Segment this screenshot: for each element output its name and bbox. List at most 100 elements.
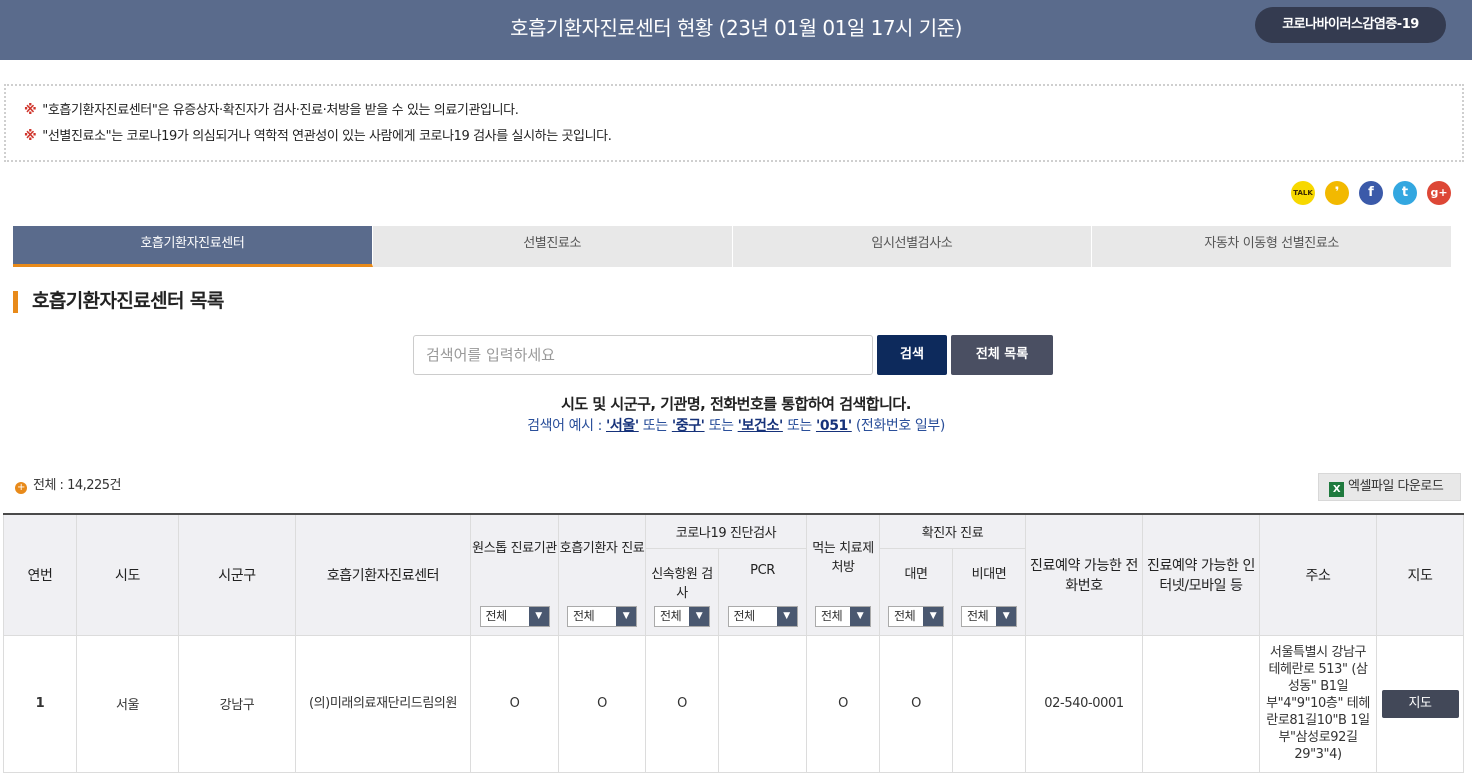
filter-value: 전체 (967, 608, 989, 623)
twitter-share-icon[interactable]: t (1393, 181, 1417, 205)
resp-header-label: 호흡기환자 진료 (559, 541, 645, 556)
total-count-text: 전체 : 14,225건 (33, 478, 122, 493)
corona19-button[interactable]: 코로나바이러스감염증-19 (1255, 7, 1446, 43)
filter-value: 전체 (573, 608, 595, 623)
kakaotalk-share-icon[interactable]: TALK (1291, 181, 1315, 205)
nonface-filter-select[interactable]: 전체 ▼ (961, 605, 1017, 627)
col-header-internet: 진료예약 가능한 인터넷/모바일 등 (1142, 513, 1261, 636)
cell-phone: 02-540-0001 (1025, 634, 1144, 773)
or-text: 또는 (642, 418, 668, 434)
pcr-header-label: PCR (750, 562, 775, 578)
cell-map: 지도 (1376, 634, 1465, 773)
col-header-map: 지도 (1376, 513, 1465, 636)
col-header-address: 주소 (1259, 513, 1378, 636)
table-row: 1 서울 강남구 (의)미래의료재단리드림의원 O O O O O 02-540… (3, 634, 1465, 773)
kakaostory-share-icon[interactable]: ❜ (1325, 181, 1349, 205)
notice-line-2: ※ "선별진료소"는 코로나19가 의심되거나 역학적 연관성이 있는 사람에게 … (24, 125, 612, 144)
rapid-header-label: 신속항원 검사 (651, 566, 713, 601)
cell-resp: O (558, 634, 646, 773)
chevron-down-icon: ▼ (616, 606, 636, 626)
example-health-center-link[interactable]: '보건소' (738, 418, 784, 434)
map-button[interactable]: 지도 (1381, 689, 1459, 718)
col-header-rapid: 신속항원 검사 전체 ▼ (645, 547, 719, 636)
filter-value: 전체 (485, 608, 508, 623)
tab-drive-thru-clinic[interactable]: 자동차 이동형 선별진료소 (1092, 226, 1452, 267)
chevron-down-icon: ▼ (996, 606, 1016, 626)
facebook-share-icon[interactable]: f (1359, 181, 1383, 205)
cell-address: 서울특별시 강남구 테헤란로 513" (삼성동" B1일부"4"9"10층" … (1259, 634, 1378, 773)
tab-screening-clinic[interactable]: 선별진료소 (372, 226, 733, 267)
cell-onestop: O (470, 634, 559, 773)
cell-internet (1142, 634, 1261, 773)
rapid-filter-select[interactable]: 전체 ▼ (654, 605, 710, 627)
notice-text-1: "호흡기환자진료센터"은 유증상자·확진자가 검사·진료·처방을 받을 수 있는… (42, 103, 519, 118)
cell-center-name: (의)미래의료재단리드림의원 (295, 634, 471, 773)
col-group-diagnosis: 코로나19 진단검사 (645, 513, 807, 549)
pcr-filter-select[interactable]: 전체 ▼ (727, 605, 798, 627)
chevron-down-icon: ▼ (689, 606, 709, 626)
col-header-center: 호흡기환자진료센터 (295, 513, 471, 636)
col-header-sido: 시도 (76, 513, 179, 636)
notice-text-2: "선별진료소"는 코로나19가 의심되거나 역학적 연관성이 있는 사람에게 코… (42, 129, 612, 144)
oral-header-label: 먹는 치료제 처방 (812, 541, 874, 575)
example-051-link[interactable]: '051' (816, 418, 852, 434)
tab-respiratory-center[interactable]: 호흡기환자진료센터 (13, 226, 373, 267)
chevron-down-icon: ▼ (776, 606, 797, 626)
onestop-filter-select[interactable]: 전체 ▼ (479, 605, 550, 627)
cell-pcr (718, 634, 807, 773)
col-header-sigungu: 시군구 (178, 513, 296, 636)
excel-icon: X (1329, 482, 1344, 497)
search-examples: 검색어 예시 : '서울' 또는 '중구' 또는 '보건소' 또는 '051' … (0, 415, 1472, 435)
excel-download-button[interactable]: X 엑셀파일 다운로드 (1318, 473, 1461, 501)
cell-nonface (951, 634, 1027, 773)
chevron-down-icon: ▼ (528, 606, 549, 626)
col-header-onestop: 원스톱 진료기관 전체 ▼ (470, 513, 559, 636)
notice-box: ※ "호흡기환자진료센터"은 유증상자·확진자가 검사·진료·처방을 받을 수 있… (4, 84, 1464, 162)
cell-oral: O (806, 634, 880, 773)
nonface-header-label: 비대면 (971, 566, 1007, 582)
chevron-down-icon: ▼ (923, 606, 943, 626)
examples-prefix: 검색어 예시 : (527, 418, 602, 434)
filter-value: 전체 (821, 608, 843, 623)
cell-face: O (879, 634, 953, 773)
face-header-label: 대면 (904, 566, 928, 582)
excel-download-label: 엑셀파일 다운로드 (1348, 479, 1444, 494)
cell-sigungu: 강남구 (178, 634, 296, 773)
col-header-nonface: 비대면 전체 ▼ (951, 547, 1027, 636)
filter-value: 전체 (660, 608, 682, 623)
googleplus-share-icon[interactable]: g+ (1427, 181, 1451, 205)
reference-mark-icon: ※ (24, 103, 37, 118)
examples-suffix: (전화번호 일부) (855, 418, 945, 434)
notice-line-1: ※ "호흡기환자진료센터"은 유증상자·확진자가 검사·진료·처방을 받을 수 있… (24, 99, 519, 118)
filter-value: 전체 (733, 608, 756, 623)
reference-mark-icon: ※ (24, 129, 37, 144)
section-title: 호흡기환자진료센터 목록 (13, 291, 224, 313)
cell-no: 1 (3, 634, 77, 773)
oral-filter-select[interactable]: 전체 ▼ (815, 605, 871, 627)
or-text: 또는 (708, 418, 734, 434)
cell-rapid: O (645, 634, 719, 773)
onestop-header-label: 원스톱 진료기관 (472, 541, 557, 556)
example-junggu-link[interactable]: '중구' (672, 418, 705, 434)
filter-value: 전체 (894, 608, 916, 623)
col-header-oral: 먹는 치료제 처방 전체 ▼ (806, 513, 880, 636)
cell-sido: 서울 (76, 634, 179, 773)
col-header-pcr: PCR 전체 ▼ (718, 547, 807, 636)
resp-filter-select[interactable]: 전체 ▼ (567, 605, 637, 627)
all-list-button[interactable]: 전체 목록 (951, 335, 1053, 375)
search-help-text: 시도 및 시군구, 기관명, 전화번호를 통합하여 검색합니다. (561, 395, 911, 413)
col-group-confirmed: 확진자 진료 (878, 513, 1027, 549)
example-seoul-link[interactable]: '서울' (606, 418, 639, 434)
face-filter-select[interactable]: 전체 ▼ (888, 605, 944, 627)
tab-temporary-testing[interactable]: 임시선별검사소 (732, 226, 1093, 267)
total-count: + 전체 : 14,225건 (15, 474, 122, 494)
search-button[interactable]: 검색 (877, 335, 947, 375)
col-header-resp: 호흡기환자 진료 전체 ▼ (558, 513, 646, 636)
col-header-phone: 진료예약 가능한 전화번호 (1025, 513, 1144, 636)
search-input[interactable] (413, 335, 873, 375)
col-header-face: 대면 전체 ▼ (879, 547, 953, 636)
chevron-down-icon: ▼ (850, 606, 870, 626)
plus-circle-icon: + (15, 482, 27, 494)
col-header-no: 연번 (3, 513, 77, 636)
or-text: 또는 (786, 418, 812, 434)
